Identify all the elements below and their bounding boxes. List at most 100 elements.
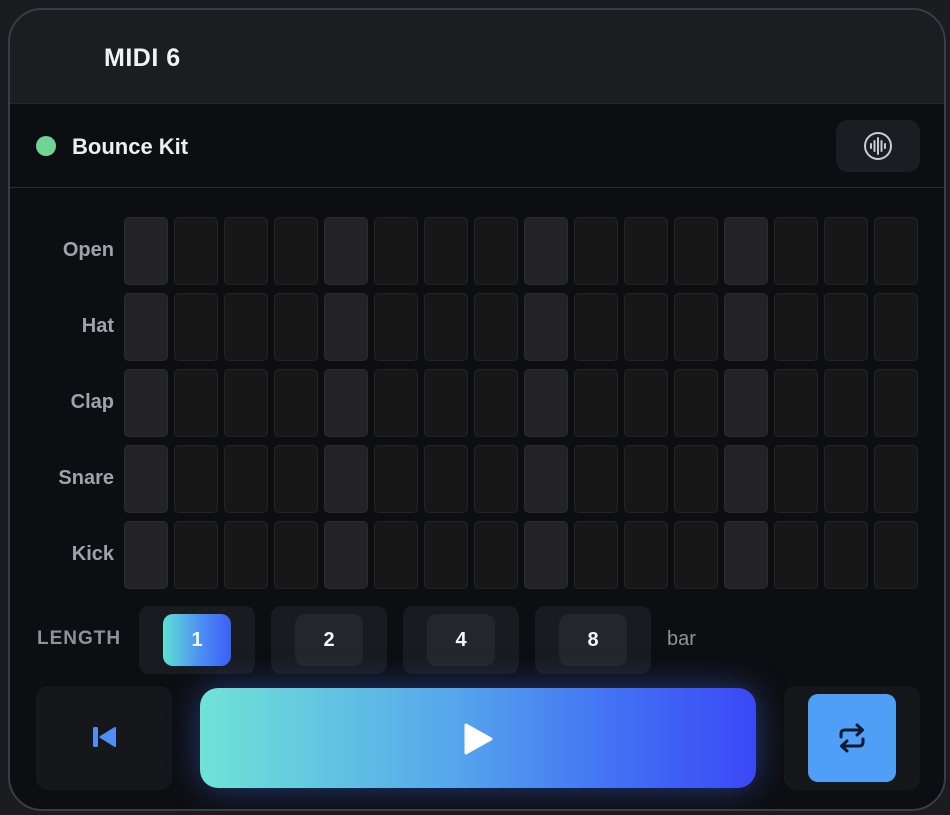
step-cell[interactable] (774, 217, 818, 285)
length-unit: bar (667, 628, 696, 650)
step-cell[interactable] (674, 445, 718, 513)
step-cell[interactable] (274, 293, 318, 361)
step-cell[interactable] (574, 369, 618, 437)
step-cell[interactable] (574, 293, 618, 361)
track-header: MIDI 6 (10, 10, 944, 104)
step-cell[interactable] (724, 217, 768, 285)
waveform-icon (864, 132, 892, 160)
step-cell[interactable] (674, 369, 718, 437)
step-cell[interactable] (424, 521, 468, 589)
step-cell[interactable] (624, 217, 668, 285)
skip-to-start-button[interactable] (36, 686, 172, 790)
step-cell[interactable] (274, 521, 318, 589)
step-cell[interactable] (224, 217, 268, 285)
step-cell[interactable] (724, 293, 768, 361)
step-cell[interactable] (874, 521, 918, 589)
step-cell[interactable] (824, 217, 868, 285)
step-cell[interactable] (174, 293, 218, 361)
length-option-button[interactable]: 8 (559, 614, 627, 666)
step-cell[interactable] (124, 293, 168, 361)
step-cell[interactable] (874, 293, 918, 361)
step-cell[interactable] (824, 293, 868, 361)
kit-bar: Bounce Kit (10, 104, 944, 188)
step-cell[interactable] (674, 521, 718, 589)
step-cell[interactable] (374, 521, 418, 589)
step-cell[interactable] (424, 445, 468, 513)
step-cell[interactable] (824, 369, 868, 437)
step-cell[interactable] (124, 445, 168, 513)
step-cell[interactable] (774, 445, 818, 513)
length-slot-2: 2 (271, 606, 387, 674)
step-cell[interactable] (424, 369, 468, 437)
row-label: Clap (70, 391, 114, 413)
step-cell[interactable] (624, 445, 668, 513)
step-cell[interactable] (524, 217, 568, 285)
step-cell[interactable] (274, 369, 318, 437)
loop-icon (839, 723, 865, 753)
step-cell[interactable] (174, 445, 218, 513)
step-cell[interactable] (274, 445, 318, 513)
step-cell[interactable] (574, 521, 618, 589)
step-cell[interactable] (424, 293, 468, 361)
step-cell[interactable] (224, 293, 268, 361)
step-cell[interactable] (624, 521, 668, 589)
step-cell[interactable] (224, 521, 268, 589)
step-cell[interactable] (574, 217, 618, 285)
step-cell[interactable] (174, 369, 218, 437)
step-cell[interactable] (374, 445, 418, 513)
step-cell[interactable] (324, 293, 368, 361)
step-cell[interactable] (874, 217, 918, 285)
step-cell[interactable] (774, 521, 818, 589)
step-cell[interactable] (674, 293, 718, 361)
step-cell[interactable] (324, 445, 368, 513)
step-cell[interactable] (774, 293, 818, 361)
loop-slot (784, 686, 920, 790)
step-cell[interactable] (174, 521, 218, 589)
loop-toggle-button[interactable] (808, 694, 896, 782)
step-cell[interactable] (374, 293, 418, 361)
step-cell[interactable] (524, 293, 568, 361)
step-cell[interactable] (624, 369, 668, 437)
step-cell[interactable] (574, 445, 618, 513)
step-cell[interactable] (324, 521, 368, 589)
step-cell[interactable] (424, 217, 468, 285)
length-option-button[interactable]: 1 (163, 614, 231, 666)
step-cell[interactable] (474, 521, 518, 589)
step-cell[interactable] (224, 445, 268, 513)
step-cell[interactable] (474, 445, 518, 513)
step-cell[interactable] (774, 369, 818, 437)
step-cell[interactable] (324, 369, 368, 437)
step-cell[interactable] (824, 521, 868, 589)
step-cell[interactable] (374, 217, 418, 285)
step-cell[interactable] (524, 369, 568, 437)
step-cell[interactable] (874, 369, 918, 437)
step-cell[interactable] (224, 369, 268, 437)
length-option-button[interactable]: 4 (427, 614, 495, 666)
play-button[interactable] (200, 688, 756, 788)
step-cell[interactable] (124, 521, 168, 589)
step-cell[interactable] (874, 445, 918, 513)
step-cell[interactable] (124, 369, 168, 437)
step-cell[interactable] (474, 369, 518, 437)
step-cell[interactable] (724, 445, 768, 513)
length-option-button[interactable]: 2 (295, 614, 363, 666)
step-cell[interactable] (824, 445, 868, 513)
step-cell[interactable] (324, 217, 368, 285)
row-label: Hat (81, 315, 114, 337)
step-cell[interactable] (174, 217, 218, 285)
step-cell[interactable] (474, 217, 518, 285)
step-cell[interactable] (374, 369, 418, 437)
step-cell[interactable] (124, 217, 168, 285)
midi-track-panel: MIDI 6 Bounce Kit Open Hat Clap Snare Kick L… (8, 8, 946, 811)
sample-browser-button[interactable] (836, 120, 920, 172)
step-cell[interactable] (274, 217, 318, 285)
kit-name[interactable]: Bounce Kit (72, 134, 188, 160)
step-cell[interactable] (524, 521, 568, 589)
step-cell[interactable] (474, 293, 518, 361)
play-icon (464, 723, 493, 755)
step-cell[interactable] (724, 369, 768, 437)
step-cell[interactable] (674, 217, 718, 285)
step-cell[interactable] (524, 445, 568, 513)
step-cell[interactable] (624, 293, 668, 361)
step-cell[interactable] (724, 521, 768, 589)
